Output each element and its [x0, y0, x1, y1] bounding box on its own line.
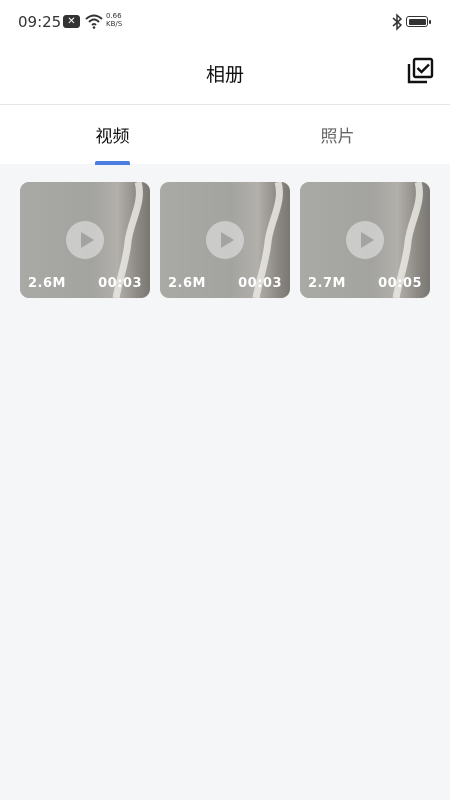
status-bar: 09:25 ✕ 0.66 KB/S	[0, 0, 450, 44]
notification-icon: ✕	[63, 15, 80, 28]
app-header: 相册	[0, 44, 450, 105]
network-speed-unit: KB/S	[106, 20, 123, 28]
tab-bar: 视频 照片	[0, 105, 450, 165]
bluetooth-icon	[392, 13, 402, 31]
tab-photos[interactable]: 照片	[225, 105, 450, 164]
video-size: 2.6M	[28, 276, 66, 291]
network-speed-value: 0.66	[106, 12, 122, 20]
video-thumbnail[interactable]: 2.6M 00:03	[160, 182, 290, 298]
video-duration: 00:03	[98, 276, 142, 291]
status-time: 09:25	[18, 13, 62, 31]
tab-active-indicator	[95, 161, 130, 165]
video-duration: 00:05	[378, 276, 422, 291]
video-size: 2.6M	[168, 276, 206, 291]
play-icon	[66, 221, 104, 259]
play-icon	[346, 221, 384, 259]
page-title: 相册	[205, 64, 244, 86]
battery-icon	[406, 16, 431, 27]
tab-videos-label: 视频	[95, 127, 130, 147]
tab-videos[interactable]: 视频	[0, 105, 225, 165]
tab-photos-label: 照片	[320, 127, 355, 147]
video-duration: 00:03	[238, 276, 282, 291]
play-icon	[206, 221, 244, 259]
video-size: 2.7M	[308, 276, 346, 291]
wifi-icon	[85, 14, 103, 29]
network-speed: 0.66 KB/S	[106, 12, 122, 28]
video-thumbnail[interactable]: 2.6M 00:03	[20, 182, 150, 298]
multi-select-icon[interactable]	[405, 56, 435, 86]
video-thumbnail[interactable]: 2.7M 00:05	[300, 182, 430, 298]
